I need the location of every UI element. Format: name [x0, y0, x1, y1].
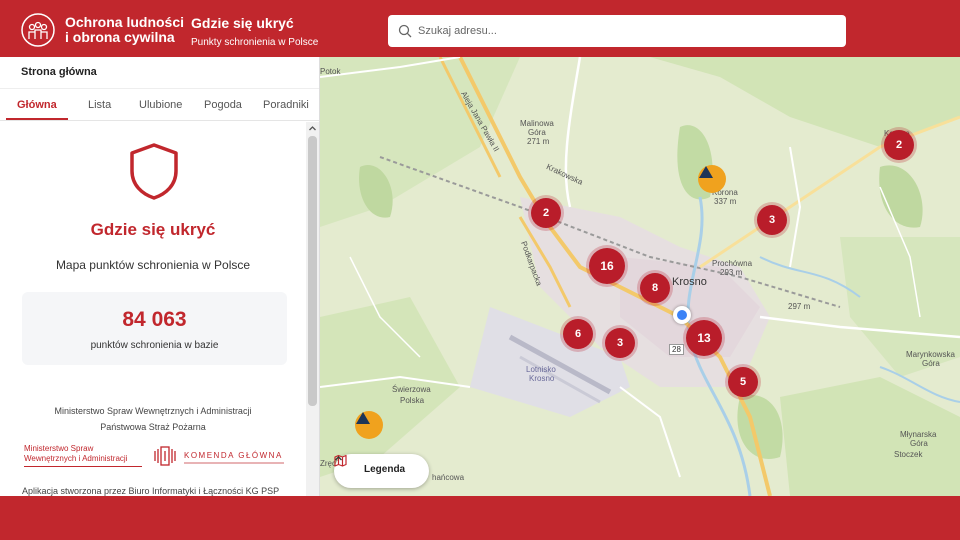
search-input[interactable] — [418, 15, 838, 47]
sidebar-scrollbar[interactable] — [306, 122, 319, 496]
map-label-swierzowa-polska: Polska — [400, 396, 425, 405]
map-label-marynkowska: Marynkowska — [906, 350, 955, 359]
sidebar-content: Gdzie się ukryć Mapa punktów schronienia… — [0, 57, 306, 496]
map-label-malinowa-ele: 271 m — [527, 137, 550, 146]
org-name-line1: Ochrona ludności — [65, 14, 185, 30]
map-label-mlynarska: Młynarska — [900, 430, 937, 439]
map-label-malinowa: Malinowa — [520, 119, 554, 128]
kgpsp-logo-text: KOMENDA GŁÓWNA — [184, 451, 283, 460]
map-label-lotnisko: Lotnisko — [526, 365, 556, 374]
mswia-logo[interactable]: Ministerstwo Spraw Wewnętrznych i Admini… — [24, 444, 142, 467]
shelter-cluster[interactable]: 3 — [605, 328, 635, 358]
shelter-cluster[interactable]: 8 — [640, 273, 670, 303]
shelter-cluster[interactable]: 13 — [686, 320, 722, 356]
current-location-marker[interactable] — [673, 306, 691, 324]
shelter-map[interactable]: Potok Malinowa Góra 271 m Korona 337 m P… — [320, 57, 960, 496]
shelter-cluster[interactable]: 16 — [589, 248, 625, 284]
map-label-krosno: Krosno — [672, 276, 707, 288]
map-tiles — [320, 57, 960, 496]
shelter-cluster[interactable]: 2 — [531, 198, 561, 228]
map-label-bottom-place: hańcowa — [432, 473, 465, 482]
org-name-line2: i obrona cywilna — [65, 29, 175, 45]
legend-label: Legenda — [364, 464, 406, 475]
sidebar-panel: Strona główna Główna Lista Ulubione Pogo… — [0, 57, 320, 496]
road-number-28: 28 — [669, 344, 684, 355]
shelter-cluster[interactable]: 3 — [757, 205, 787, 235]
shelter-cluster[interactable]: 6 — [563, 319, 593, 349]
civil-defense-logo-icon[interactable] — [20, 12, 56, 48]
app-subtitle: Punkty schronienia w Polsce — [191, 37, 319, 48]
shelter-marker[interactable] — [355, 411, 383, 439]
shelter-count-card: 84 063 punktów schronienia w bazie — [22, 292, 287, 365]
chevron-up-icon[interactable] — [308, 124, 317, 133]
app-credits: Aplikacja stworzona przez Biuro Informat… — [22, 486, 280, 496]
scrollbar-thumb[interactable] — [308, 136, 317, 406]
map-label-potok: Potok — [320, 67, 341, 76]
map-label-malinowa-gora: Góra — [528, 128, 546, 137]
bottom-bar — [0, 496, 960, 540]
org-name: Ochrona ludności i obrona cywilna — [65, 15, 190, 45]
shelter-count-label: punktów schronienia w bazie — [90, 340, 219, 351]
map-label-korona-ele: 337 m — [714, 197, 737, 206]
chevron-up-icon — [335, 456, 342, 461]
fire-service-emblem-icon[interactable] — [153, 445, 177, 467]
map-label-stoczek: Stoczek — [894, 450, 923, 459]
triangle-icon — [356, 412, 370, 424]
map-label-swierzowa: Świerzowa — [392, 385, 431, 394]
kgpsp-logo-subline — [184, 462, 284, 464]
hero-subtitle: Mapa punktów schronienia w Polsce — [55, 258, 251, 272]
app-header: Ochrona ludności i obrona cywilna Gdzie … — [0, 0, 960, 57]
fire-service-line: Państwowa Straż Pożarna — [100, 422, 206, 432]
shelter-count-value: 84 063 — [122, 308, 187, 331]
hero-title: Gdzie się ukryć — [90, 220, 216, 239]
triangle-icon — [699, 166, 713, 178]
app-title: Gdzie się ukryć — [191, 15, 294, 31]
mswia-logo-line2: Wewnętrznych i Administracji — [24, 454, 128, 463]
shelter-cluster[interactable]: 2 — [884, 130, 914, 160]
map-label-marynkowska-gora: Góra — [922, 359, 940, 368]
map-label-prochowna-ele: 293 m — [720, 268, 743, 277]
map-label-mlynarska-gora: Góra — [910, 439, 928, 448]
address-search[interactable] — [388, 15, 846, 47]
shelter-marker[interactable] — [698, 165, 726, 193]
shelter-cluster[interactable]: 5 — [728, 367, 758, 397]
mswia-logo-line1: Ministerstwo Spraw — [24, 444, 94, 453]
search-icon — [398, 24, 412, 38]
ministry-line: Ministerstwo Spraw Wewnętrznych i Admini… — [54, 406, 252, 416]
map-label-lotnisko-krosno: Krosno — [529, 374, 555, 383]
map-label-297: 297 m — [788, 302, 811, 311]
shield-icon — [130, 143, 178, 200]
legend-button[interactable]: Legenda — [334, 454, 429, 488]
map-label-prochowna: Prochówna — [712, 259, 753, 268]
